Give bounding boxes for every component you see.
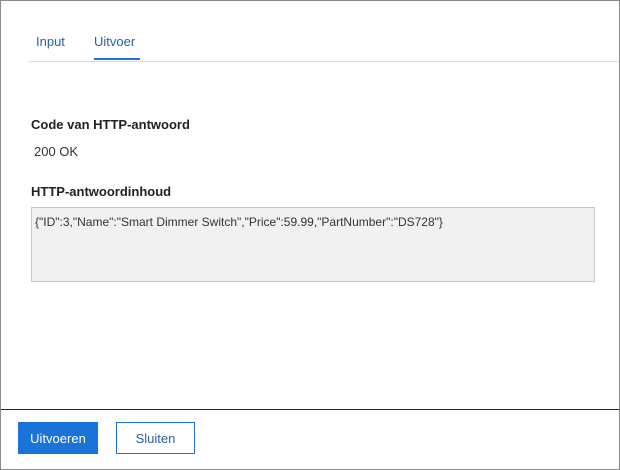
- active-tab-indicator: [94, 58, 140, 60]
- response-body-box[interactable]: {"ID":3,"Name":"Smart Dimmer Switch","Pr…: [31, 207, 595, 282]
- response-body-text: {"ID":3,"Name":"Smart Dimmer Switch","Pr…: [35, 215, 443, 229]
- status-code-label: Code van HTTP-antwoord: [31, 117, 190, 132]
- tab-bar: Input Uitvoer: [28, 29, 619, 62]
- run-button[interactable]: Uitvoeren: [18, 422, 98, 454]
- close-button[interactable]: Sluiten: [116, 422, 195, 454]
- status-code-value: 200 OK: [34, 144, 79, 159]
- tab-output[interactable]: Uitvoer: [94, 34, 135, 49]
- test-operation-panel: Input Uitvoer Code van HTTP-antwoord 200…: [0, 0, 620, 470]
- footer-divider: [1, 409, 619, 410]
- tab-input[interactable]: Input: [36, 34, 65, 49]
- response-body-label: HTTP-antwoordinhoud: [31, 184, 172, 199]
